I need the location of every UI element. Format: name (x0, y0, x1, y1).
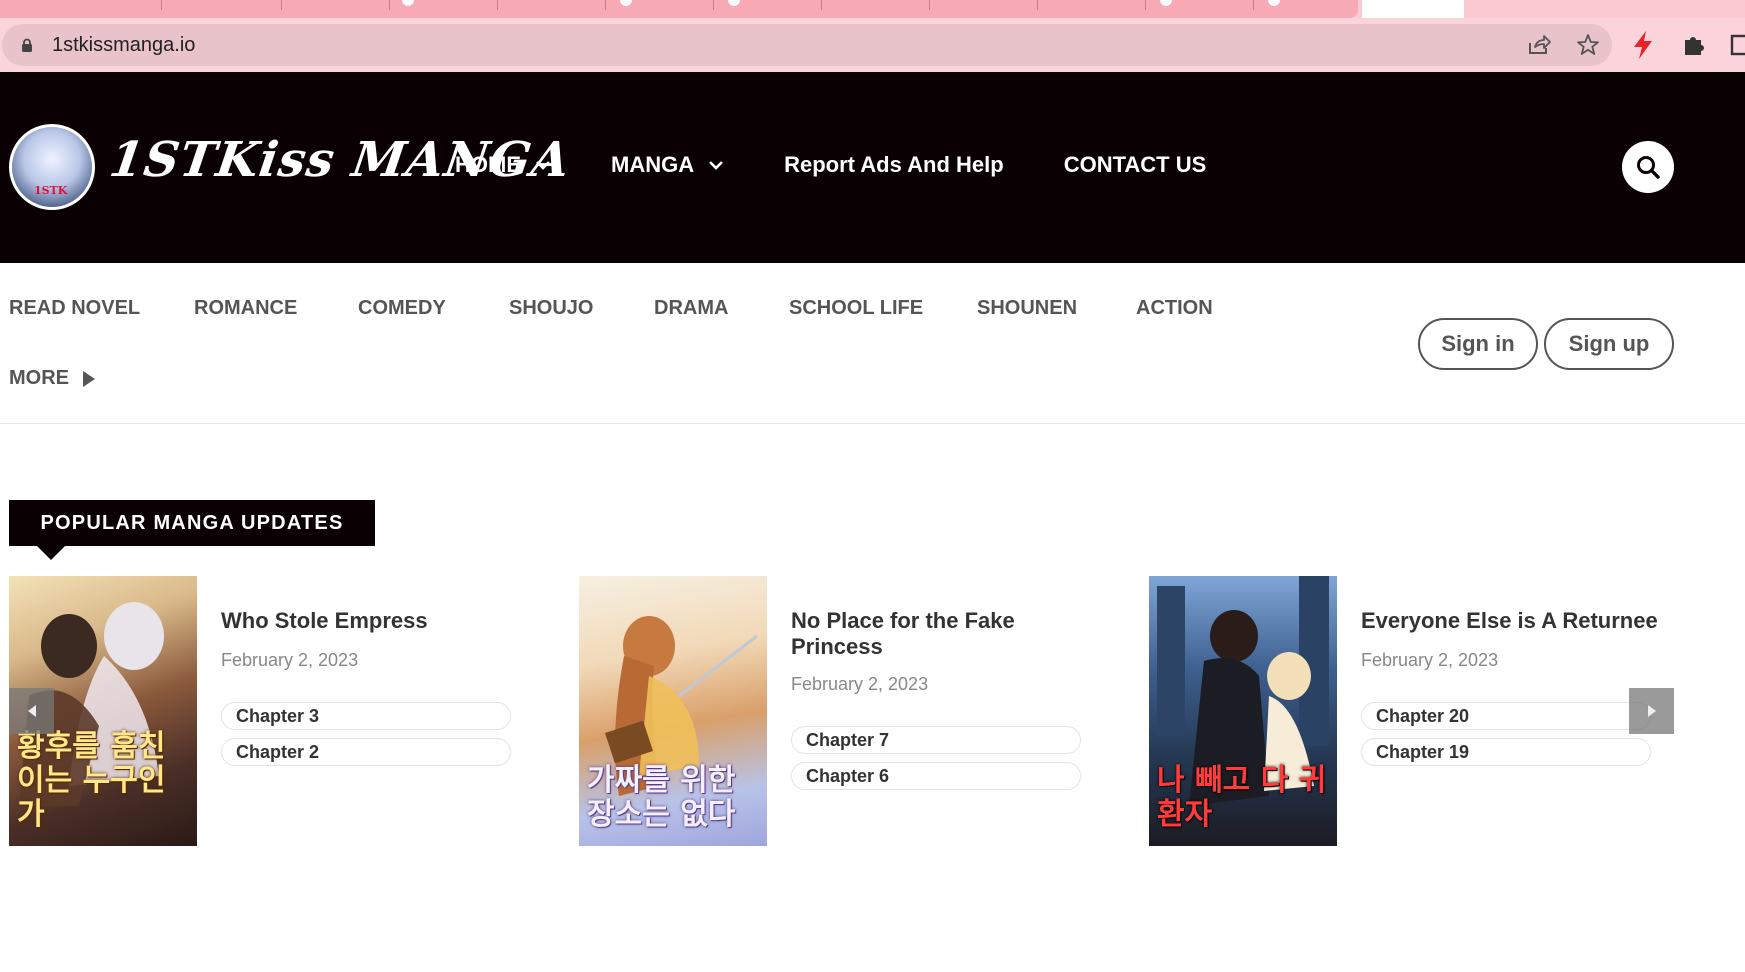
genre-school-life[interactable]: SCHOOL LIFE (789, 297, 923, 320)
puzzle-icon[interactable] (1682, 33, 1706, 57)
side-panel-icon[interactable] (1730, 34, 1745, 56)
title-notch (37, 546, 65, 560)
sign-up-button[interactable]: Sign up (1544, 318, 1674, 370)
section-title: POPULAR MANGA UPDATES (9, 500, 375, 560)
slider-prev-button[interactable] (9, 688, 54, 734)
chevron-down-icon (536, 161, 550, 170)
logo-badge-text: 1STK (34, 184, 68, 197)
play-arrow-icon (83, 370, 95, 387)
genre-romance[interactable]: ROMANCE (194, 297, 297, 320)
nav-report-ads[interactable]: Report Ads And Help (784, 152, 1004, 178)
address-bar[interactable]: 1stkissmanga.io (2, 24, 1612, 66)
manga-card: 황후를 훔친 이는 누구인가 Who Stole Empress Februar… (9, 576, 529, 846)
manga-date: February 2, 2023 (1361, 650, 1499, 670)
arrow-left-icon (27, 705, 36, 717)
search-icon (1637, 156, 1660, 179)
genre-more-label: MORE (9, 367, 69, 389)
browser-tab[interactable] (282, 0, 390, 10)
nav-contact-us-label: CONTACT US (1063, 152, 1207, 177)
site-logo-badge[interactable]: 1STK (9, 124, 95, 210)
genre-more-button[interactable]: MORE (9, 367, 95, 390)
browser-tab[interactable] (162, 0, 282, 10)
manga-card: 가짜를 위한 장소는 없다 No Place for the Fake Prin… (579, 576, 1099, 846)
url-text[interactable]: 1stkissmanga.io (52, 34, 195, 57)
chapter-link[interactable]: Chapter 3 (221, 702, 511, 730)
manga-card: 나 빼고 다 귀환자 Everyone Else is A Returnee F… (1149, 576, 1669, 846)
search-button[interactable] (1622, 141, 1674, 193)
nav-home[interactable]: HOME (455, 152, 551, 178)
genre-shoujo[interactable]: SHOUJO (509, 297, 593, 320)
nav-home-label: HOME (455, 152, 521, 177)
nav-manga[interactable]: MANGA (611, 152, 724, 178)
nav-contact-us[interactable]: CONTACT US (1064, 152, 1207, 178)
chapter-link[interactable]: Chapter 20 (1361, 702, 1651, 730)
star-icon[interactable] (1576, 33, 1600, 57)
manga-title-link[interactable]: Everyone Else is A Returnee (1361, 608, 1661, 634)
slider-next-button[interactable] (1629, 688, 1674, 734)
chapter-link[interactable]: Chapter 2 (221, 738, 511, 766)
browser-tab[interactable] (930, 0, 1038, 10)
main-nav: HOME MANGA Report Ads And Help CONTACT U… (455, 152, 1266, 178)
manga-cover[interactable]: 나 빼고 다 귀환자 (1149, 576, 1337, 846)
header-divider (0, 423, 1745, 424)
chapter-link[interactable]: Chapter 6 (791, 762, 1081, 790)
share-icon[interactable] (1527, 34, 1551, 56)
genre-shounen[interactable]: SHOUNEN (977, 297, 1077, 320)
chapter-link[interactable]: Chapter 7 (791, 726, 1081, 754)
cover-title-text: 가짜를 위한 장소는 없다 (587, 763, 736, 832)
lock-icon[interactable] (20, 38, 34, 52)
genre-comedy[interactable]: COMEDY (358, 297, 446, 320)
browser-tab-strip (0, 0, 1745, 18)
section-title-text: POPULAR MANGA UPDATES (40, 511, 344, 534)
manga-date: February 2, 2023 (791, 674, 929, 694)
chevron-down-icon (709, 161, 724, 170)
browser-tab[interactable] (822, 0, 930, 10)
browser-toolbar: 1stkissmanga.io (0, 18, 1745, 72)
nav-manga-label: MANGA (611, 152, 695, 177)
manga-date: February 2, 2023 (221, 650, 359, 670)
bolt-icon[interactable] (1632, 31, 1654, 59)
active-browser-tab[interactable] (1362, 0, 1464, 18)
manga-cover[interactable]: 가짜를 위한 장소는 없다 (579, 576, 767, 846)
sign-in-button[interactable]: Sign in (1418, 318, 1538, 370)
browser-tab[interactable] (1038, 0, 1146, 10)
chapter-link[interactable]: Chapter 19 (1361, 738, 1651, 766)
arrow-right-icon (1647, 705, 1656, 717)
browser-tab[interactable] (64, 0, 162, 10)
browser-tab[interactable] (498, 0, 606, 10)
genre-drama[interactable]: DRAMA (654, 297, 728, 320)
manga-title-link[interactable]: Who Stole Empress (221, 608, 521, 634)
site-header: 1STK 1STKiss MANGA HOME MANGA Report Ads… (0, 72, 1745, 263)
nav-report-ads-label: Report Ads And Help (784, 152, 1004, 177)
genre-read-novel[interactable]: READ NOVEL (9, 297, 140, 320)
cover-title-text: 나 빼고 다 귀환자 (1157, 763, 1327, 832)
cover-title-text: 황후를 훔친 이는 누구인가 (17, 729, 166, 832)
genre-action[interactable]: ACTION (1136, 297, 1213, 320)
manga-title-link[interactable]: No Place for the Fake Princess (791, 608, 1091, 660)
